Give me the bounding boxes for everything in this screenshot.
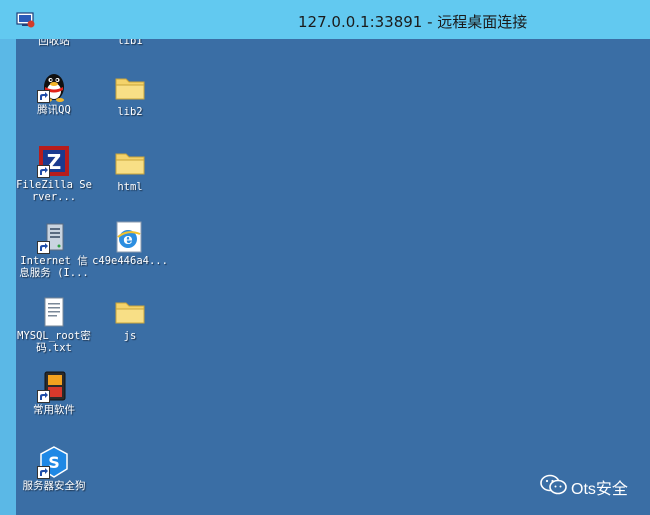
shortcut-arrow-icon	[37, 165, 50, 178]
remote-desktop-titlebar[interactable]: 127.0.0.1:33891 - 远程桌面连接	[0, 0, 650, 40]
desktop-area[interactable]: 回收站 lib1 腾讯QQ lib2 Z FileZilla Server...…	[16, 39, 650, 515]
internet-explorer-icon: e	[113, 220, 147, 254]
icon-label: 腾讯QQ	[37, 104, 71, 116]
window-left-border	[0, 39, 16, 515]
folder-icon	[113, 295, 147, 329]
shortcut-arrow-icon	[37, 90, 50, 103]
software-icon	[37, 369, 71, 403]
shortcut-arrow-icon	[37, 390, 50, 403]
wechat-icon	[540, 474, 567, 495]
desktop-icon-html[interactable]: html	[92, 146, 168, 193]
folder-icon	[113, 146, 147, 180]
desktop-icon-c49e[interactable]: e c49e446a4...	[92, 220, 168, 267]
shortcut-arrow-icon	[37, 466, 50, 479]
icon-label: MYSQL_root密码.txt	[17, 330, 91, 354]
desktop-icon-mysql-txt[interactable]: MYSQL_root密码.txt	[16, 295, 92, 354]
iis-server-icon	[37, 220, 71, 254]
desktop-icon-security-dog[interactable]: S 服务器安全狗	[16, 445, 92, 492]
desktop-icon-iis[interactable]: Internet 信息服务 (I...	[16, 220, 92, 279]
icon-label: lib1	[117, 39, 143, 47]
shortcut-arrow-icon	[37, 241, 50, 254]
icon-label: 回收站	[38, 39, 70, 47]
icon-label: Internet 信息服务 (I...	[19, 255, 89, 279]
filezilla-icon: Z	[37, 144, 71, 178]
icon-label: FileZilla Server...	[16, 179, 92, 203]
icon-label: c49e446a4...	[92, 255, 168, 267]
desktop-icon-js[interactable]: js	[92, 295, 168, 342]
qq-penguin-icon	[37, 69, 71, 103]
icon-label: html	[117, 181, 143, 193]
icon-label: 常用软件	[33, 404, 75, 416]
icon-label: 服务器安全狗	[22, 480, 86, 492]
folder-icon	[113, 71, 147, 105]
icon-label: lib2	[117, 106, 143, 118]
security-dog-icon: S	[37, 445, 71, 479]
desktop-icon-software[interactable]: 常用软件	[16, 369, 92, 416]
remote-desktop-icon	[16, 12, 35, 28]
watermark-text: Ots安全	[571, 481, 628, 498]
desktop-icon-recycle-bin[interactable]: 回收站	[16, 39, 92, 47]
desktop-icon-filezilla[interactable]: Z FileZilla Server...	[16, 144, 92, 203]
desktop-icon-lib1[interactable]: lib1	[92, 39, 168, 47]
text-file-icon	[37, 295, 71, 329]
window-title: 127.0.0.1:33891 - 远程桌面连接	[298, 13, 528, 31]
desktop-icon-qq[interactable]: 腾讯QQ	[16, 69, 92, 116]
icon-label: js	[123, 330, 137, 342]
desktop-icon-lib2[interactable]: lib2	[92, 71, 168, 118]
